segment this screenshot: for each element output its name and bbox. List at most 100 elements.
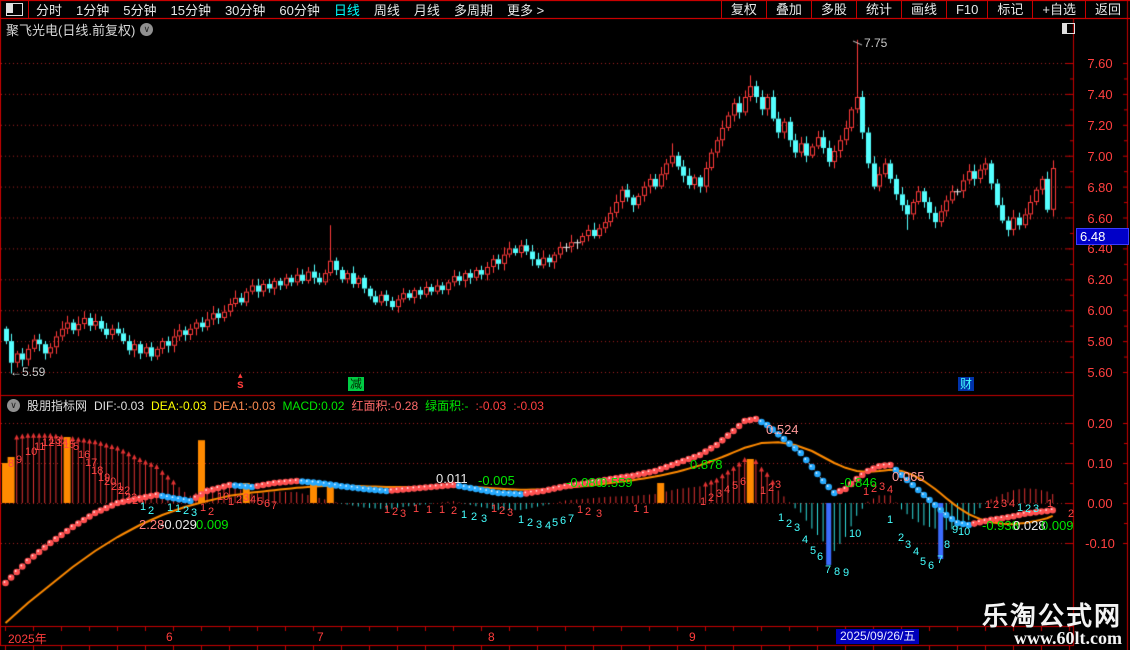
indicator-axis-label: 0.10 bbox=[1087, 456, 1113, 471]
toolbar-button-F10[interactable]: F10 bbox=[945, 1, 987, 18]
indicator-value-label: -0.846 bbox=[840, 475, 877, 490]
watermark-name: 乐淘公式网 bbox=[981, 601, 1122, 631]
count-label: 3 bbox=[794, 522, 801, 534]
count-label: 1 bbox=[461, 509, 468, 521]
count-label: 10 bbox=[849, 528, 862, 540]
indicator-header-item: DEA1:-0.03 bbox=[213, 398, 276, 413]
indicator-header-item: 红面积:-0.28 bbox=[351, 399, 419, 413]
count-label: 1 bbox=[760, 485, 767, 497]
indicator-axis-label: -0.10 bbox=[1085, 536, 1115, 551]
action-buttons: 复权 叠加 多股 统计 画线 F10 标记 +自选 返回 bbox=[720, 1, 1130, 18]
indicator-dropdown-icon[interactable]: ∨ bbox=[7, 399, 20, 412]
period-tab-分时[interactable]: 分时 bbox=[29, 0, 69, 19]
price-axis-label: 7.60 bbox=[1087, 56, 1113, 71]
count-label: 5 bbox=[810, 545, 817, 557]
count-label: 2 bbox=[183, 505, 190, 517]
indicator-axis-label: 0.20 bbox=[1087, 416, 1113, 431]
count-label: 3 bbox=[507, 507, 514, 519]
toolbar-button-+自选[interactable]: +自选 bbox=[1032, 1, 1085, 18]
count-label: 1 bbox=[1017, 502, 1024, 514]
chart-canvas[interactable] bbox=[0, 0, 1130, 650]
count-label: 1 bbox=[167, 502, 174, 514]
count-label: 5 bbox=[257, 496, 264, 508]
count-label: 1 bbox=[175, 503, 182, 515]
count-label: 8 bbox=[944, 539, 951, 551]
count-label: 5 bbox=[732, 480, 739, 492]
watermark: 乐淘公式网 www.60lt.com bbox=[982, 603, 1122, 648]
stock-title: 聚飞光电(日线.前复权) bbox=[6, 22, 136, 38]
indicator-axis-label: 0.00 bbox=[1087, 496, 1113, 511]
count-label: 1 bbox=[577, 504, 584, 516]
date-axis-label: 8 bbox=[488, 630, 495, 644]
count-label: 1 bbox=[643, 504, 650, 516]
count-label: 6 bbox=[264, 498, 271, 510]
count-label: 1 bbox=[140, 501, 147, 513]
count-label: 3 bbox=[775, 479, 782, 491]
count-label: 2 bbox=[236, 494, 243, 506]
count-label: 1 bbox=[200, 502, 207, 514]
count-label: 2 bbox=[1025, 503, 1032, 515]
count-label: 2 bbox=[148, 505, 155, 517]
price-axis-label: 5.80 bbox=[1087, 334, 1113, 350]
chart-annotation: 财 bbox=[958, 377, 975, 391]
period-tab-15分钟[interactable]: 15分钟 bbox=[163, 0, 217, 19]
chart-annotation: ←5.59 bbox=[10, 365, 46, 379]
price-axis-label: 6.80 bbox=[1087, 179, 1113, 195]
count-label: 8 bbox=[834, 566, 841, 578]
indicator-value-label: 0.878 bbox=[690, 457, 723, 472]
count-label: 4 bbox=[724, 484, 731, 496]
count-label: 4 bbox=[250, 494, 257, 506]
top-toolbar: 分时 1分钟 5分钟 15分钟 30分钟 60分钟 日线 周线 月线 多周期 更多 > 复权 叠加 多股… bbox=[0, 0, 1130, 19]
toolbar-button-叠加[interactable]: 叠加 bbox=[765, 1, 811, 18]
count-label: 7 bbox=[271, 500, 278, 512]
pane-toggle-icon[interactable] bbox=[1062, 23, 1075, 34]
period-tab-周线[interactable]: 周线 bbox=[367, 0, 407, 19]
period-tab-日线[interactable]: 日线 bbox=[327, 0, 367, 19]
count-label: 4 bbox=[913, 546, 920, 558]
period-tab-1分钟[interactable]: 1分钟 bbox=[69, 0, 116, 19]
count-label: 2 bbox=[451, 505, 458, 517]
indicator-value-label: 0.559 bbox=[600, 475, 633, 490]
period-tab-30分钟[interactable]: 30分钟 bbox=[218, 0, 272, 19]
count-label: 3 bbox=[481, 513, 488, 525]
toolbar-button-统计[interactable]: 统计 bbox=[855, 1, 901, 18]
window-split-icon[interactable] bbox=[6, 3, 23, 16]
period-tab-月线[interactable]: 月线 bbox=[407, 0, 447, 19]
indicator-value-label: 0.011 bbox=[436, 471, 468, 486]
count-label: 2 bbox=[499, 505, 506, 517]
period-tab-更多 >[interactable]: 更多 > bbox=[500, 0, 551, 19]
count-label: 1 bbox=[1047, 498, 1054, 510]
toolbar-button-返回[interactable]: 返回 bbox=[1084, 1, 1130, 18]
count-label: 1 bbox=[985, 499, 992, 511]
count-label: 2 bbox=[786, 518, 793, 530]
period-tab-5分钟[interactable]: 5分钟 bbox=[116, 0, 163, 19]
indicator-value-label: 0.065 bbox=[892, 469, 925, 484]
count-label: 3 bbox=[905, 539, 912, 551]
count-label: 2 bbox=[471, 511, 478, 523]
price-axis-label: 6.00 bbox=[1087, 303, 1113, 319]
count-label: 3 bbox=[536, 519, 543, 531]
title-bar: 聚飞光电(日线.前复权) ∨ bbox=[6, 21, 154, 38]
toolbar-button-复权[interactable]: 复权 bbox=[720, 1, 766, 18]
indicator-value-label: 0.009 bbox=[196, 517, 229, 532]
count-label: 1 bbox=[778, 512, 785, 524]
count-label: 3 bbox=[1033, 503, 1040, 515]
current-price-tag: 6.48 bbox=[1076, 228, 1129, 246]
count-label: 2 bbox=[993, 499, 1000, 511]
toolbar-button-多股[interactable]: 多股 bbox=[810, 1, 856, 18]
period-tab-60分钟[interactable]: 60分钟 bbox=[272, 0, 326, 19]
count-label: 5 bbox=[920, 556, 927, 568]
indicator-header[interactable]: ∨ 股朋指标网 DIF:-0.03 DEA:-0.03 DEA1:-0.03 MACD:… bbox=[2, 398, 551, 413]
chart-annotation: 减 bbox=[348, 377, 365, 391]
count-label: 6 bbox=[928, 560, 935, 572]
indicator-value-label: -0.005 bbox=[478, 473, 515, 488]
toolbar-button-画线[interactable]: 画线 bbox=[900, 1, 946, 18]
count-label: 1 bbox=[413, 503, 420, 515]
toolbar-button-标记[interactable]: 标记 bbox=[987, 1, 1032, 18]
title-dropdown-icon[interactable]: ∨ bbox=[140, 22, 154, 36]
period-tab-多周期[interactable]: 多周期 bbox=[447, 0, 500, 19]
count-label: 4 bbox=[1009, 498, 1016, 510]
indicator-header-item: 绿面积:- bbox=[425, 399, 469, 413]
count-label: 2 bbox=[898, 532, 905, 544]
count-label: 3 bbox=[716, 488, 723, 500]
